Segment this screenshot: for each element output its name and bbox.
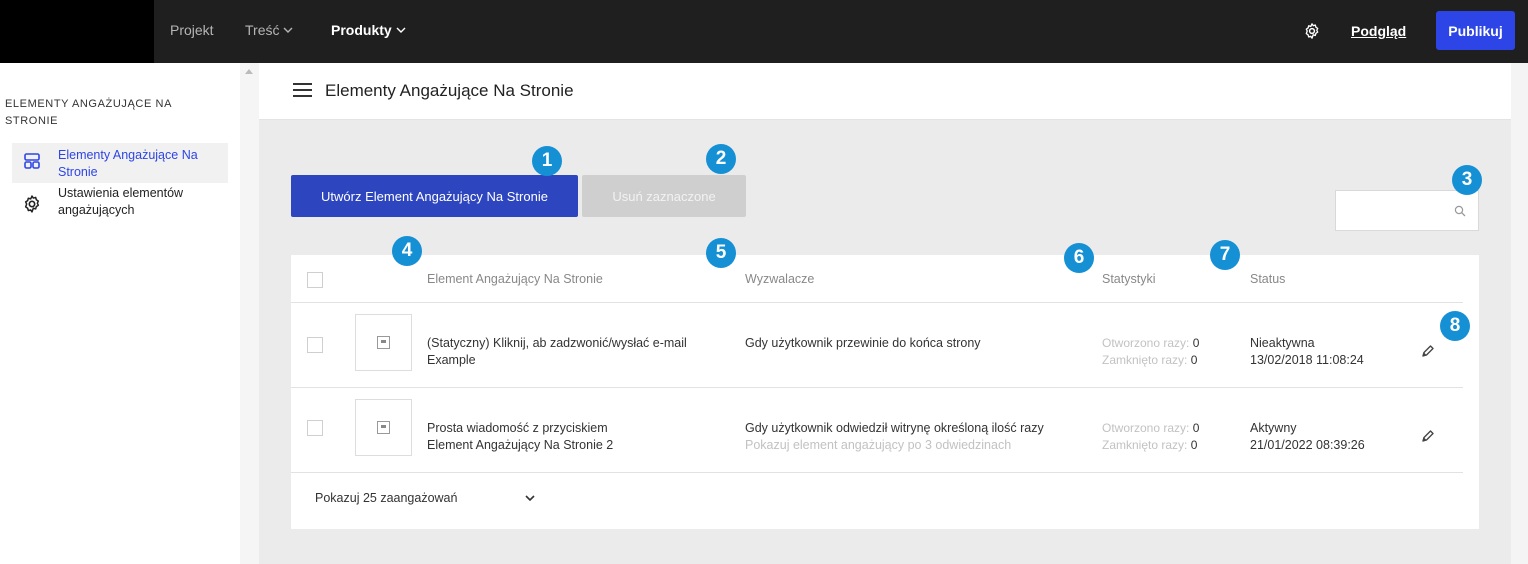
chevron-down-icon[interactable] [524,494,536,502]
nav-tresc[interactable]: Treść [245,22,293,38]
sidebar: ELEMENTY ANGAŻUJĄCE NA STRONIE Elementy … [0,63,240,564]
trigger-subtext: Pokazuj element angażujący po 3 odwiedzi… [745,438,1012,452]
scroll-up-arrow-icon[interactable] [245,69,253,74]
sidebar-item-engagement-elements[interactable]: Elementy Angażujące Na Stronie [12,143,228,183]
element-name[interactable]: (Statyczny) Kliknij, ab zadzwonić/wysłać… [427,335,687,352]
element-thumbnail [355,314,412,371]
elements-table: Element Angażujący Na Stronie Wyzwalacze… [291,255,1479,529]
callout-badge-5: 5 [706,238,736,268]
delete-selected-button[interactable]: Usuń zaznaczone [582,175,746,217]
element-name[interactable]: Prosta wiadomość z przyciskiem [427,420,608,437]
status-text: Nieaktywna [1250,336,1315,350]
callout-badge-8: 8 [1440,311,1470,341]
opened-count: Otworzono razy: 0 [1102,421,1200,435]
trigger-text: Gdy użytkownik odwiedził witrynę określo… [745,421,1044,435]
status-date: 21/01/2022 08:39:26 [1250,438,1365,452]
status-text: Aktywny [1250,421,1297,435]
row-checkbox[interactable] [307,420,323,436]
callout-badge-2: 2 [706,144,736,174]
sidebar-item-label: Ustawienia elementów angażujących [58,186,184,217]
gear-icon [24,195,40,213]
divider [291,472,1463,473]
closed-count: Zamknięto razy: 0 [1102,353,1198,367]
status-date: 13/02/2018 11:08:24 [1250,353,1364,367]
chevron-down-icon [396,27,406,33]
sidebar-scrollbar[interactable] [240,63,259,564]
callout-badge-3: 3 [1452,165,1482,195]
publish-button[interactable]: Publikuj [1436,11,1515,50]
right-scroll-strip [1511,63,1528,564]
select-all-checkbox[interactable] [307,272,323,288]
hamburger-menu-icon[interactable] [293,82,312,98]
divider [291,387,1463,388]
search-input[interactable] [1335,190,1479,231]
sidebar-title: ELEMENTY ANGAŻUJĄCE NA STRONIE [5,98,172,127]
callout-badge-1: 1 [532,146,562,176]
logo-area [0,0,154,63]
page-header: Elementy Angażujące Na Stronie [259,63,1511,120]
header-element[interactable]: Element Angażujący Na Stronie [427,272,603,286]
header-status[interactable]: Status [1250,272,1285,286]
sidebar-item-label: Elementy Angażujące Na Stronie [58,148,198,179]
element-subname: Element Angażujący Na Stronie 2 [427,438,614,452]
callout-badge-4: 4 [392,236,422,266]
layout-icon [24,153,40,169]
edit-pencil-icon[interactable] [1421,344,1435,358]
top-bar: Projekt Treść Produkty Podgląd Publikuj [0,0,1528,63]
create-element-button[interactable]: Utwórz Element Angażujący Na Stronie [291,175,578,217]
header-statistics[interactable]: Statystyki [1102,272,1156,286]
preview-link[interactable]: Podgląd [1351,23,1406,39]
element-subname: Example [427,353,476,367]
callout-badge-6: 6 [1064,243,1094,273]
settings-gear-icon[interactable] [1303,22,1321,40]
edit-pencil-icon[interactable] [1421,429,1435,443]
trigger-text: Gdy użytkownik przewinie do końca strony [745,336,981,350]
page-size-select[interactable]: Pokazuj 25 zaangażowań [315,491,457,505]
header-triggers[interactable]: Wyzwalacze [745,272,814,286]
element-thumbnail [355,399,412,456]
callout-badge-7: 7 [1210,240,1240,270]
closed-count: Zamknięto razy: 0 [1102,438,1198,452]
search-icon [1454,205,1466,217]
chevron-down-icon [283,27,293,33]
opened-count: Otworzono razy: 0 [1102,336,1200,350]
page-title: Elementy Angażujące Na Stronie [325,81,574,100]
row-checkbox[interactable] [307,337,323,353]
nav-projekt[interactable]: Projekt [170,22,214,38]
nav-produkty[interactable]: Produkty [331,22,406,38]
sidebar-item-settings[interactable]: Ustawienia elementów angażujących [12,184,228,224]
divider [291,302,1463,303]
